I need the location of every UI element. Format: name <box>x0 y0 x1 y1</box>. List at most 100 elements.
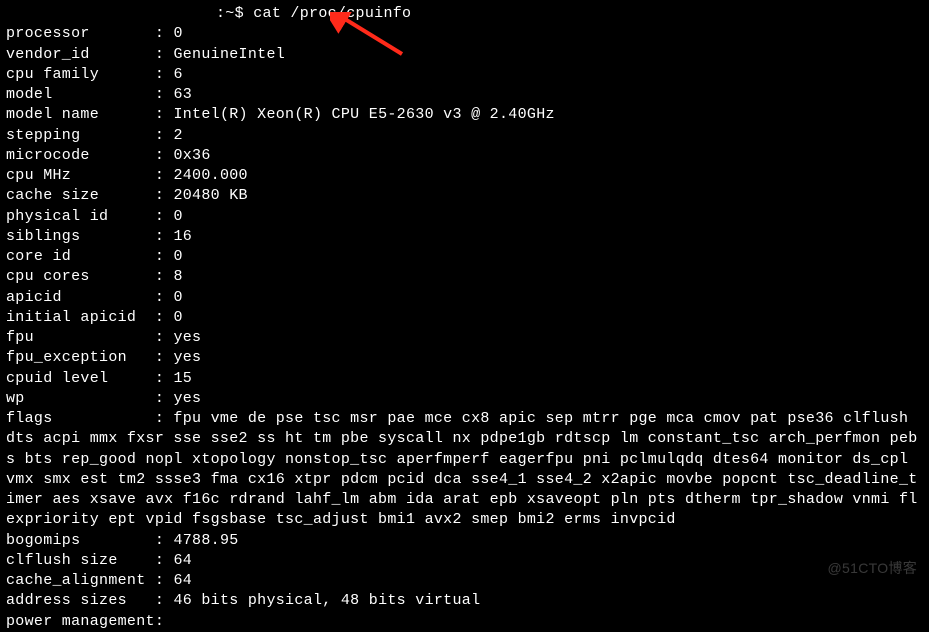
prompt-suffix: :~$ <box>216 4 253 24</box>
cpuinfo-key: cpu MHz <box>6 167 155 184</box>
cpuinfo-sep: : <box>155 228 174 245</box>
cpuinfo-row: clflush size : 64 <box>6 551 923 571</box>
cpuinfo-sep: : <box>155 208 174 225</box>
cpuinfo-row: siblings : 16 <box>6 227 923 247</box>
cpuinfo-row: power management: <box>6 612 923 632</box>
cpuinfo-value: 0 <box>173 208 182 225</box>
cpuinfo-sep: : <box>155 167 174 184</box>
cpuinfo-value: 2 <box>173 127 182 144</box>
cpuinfo-value: 20480 KB <box>173 187 247 204</box>
cpuinfo-row: fpu_exception : yes <box>6 348 923 368</box>
cpuinfo-sep: : <box>155 268 174 285</box>
cpuinfo-key: model name <box>6 106 155 123</box>
cpuinfo-value: 15 <box>173 370 192 387</box>
cpuinfo-value: yes <box>173 329 201 346</box>
cpuinfo-value: yes <box>173 349 201 366</box>
cpuinfo-key: processor <box>6 25 155 42</box>
cpuinfo-row: initial apicid : 0 <box>6 308 923 328</box>
cpuinfo-key: apicid <box>6 289 155 306</box>
cpuinfo-sep: : <box>155 532 174 549</box>
cpuinfo-row: bogomips : 4788.95 <box>6 531 923 551</box>
cpuinfo-value: GenuineIntel <box>173 46 285 63</box>
cpuinfo-sep: : <box>155 289 174 306</box>
cpuinfo-sep: : <box>155 349 174 366</box>
cpuinfo-value: 0 <box>173 289 182 306</box>
cpuinfo-value: 64 <box>173 572 192 589</box>
cpuinfo-row: processor : 0 <box>6 24 923 44</box>
cpuinfo-key: fpu <box>6 329 155 346</box>
cpuinfo-row: model name : Intel(R) Xeon(R) CPU E5-263… <box>6 105 923 125</box>
cpuinfo-row: microcode : 0x36 <box>6 146 923 166</box>
cpuinfo-key: vendor_id <box>6 46 155 63</box>
watermark-text: @51CTO博客 <box>828 559 917 578</box>
cpuinfo-value: 64 <box>173 552 192 569</box>
cpuinfo-value: 0x36 <box>173 147 210 164</box>
cpuinfo-sep: : <box>155 147 174 164</box>
cpuinfo-sep: : <box>155 46 174 63</box>
cpuinfo-value: 0 <box>173 248 182 265</box>
cpuinfo-key: cpu family <box>6 66 155 83</box>
cpuinfo-row: cache size : 20480 KB <box>6 186 923 206</box>
cpuinfo-row: cache_alignment : 64 <box>6 571 923 591</box>
cpuinfo-sep: : <box>155 390 174 407</box>
cpuinfo-sep: : <box>155 127 174 144</box>
cpuinfo-value: 8 <box>173 268 182 285</box>
cpuinfo-row: cpu cores : 8 <box>6 267 923 287</box>
cpuinfo-sep: : <box>155 552 174 569</box>
cpuinfo-block: processor : 0vendor_id : GenuineIntelcpu… <box>6 24 923 632</box>
prompt-line: :~$ cat /proc/cpuinfo <box>6 4 923 24</box>
cpuinfo-value: 46 bits physical, 48 bits virtual <box>173 592 480 609</box>
cpuinfo-key: model <box>6 86 155 103</box>
cpuinfo-row: model : 63 <box>6 85 923 105</box>
cpuinfo-row: cpu MHz : 2400.000 <box>6 166 923 186</box>
command-text: cat /proc/cpuinfo <box>253 4 411 24</box>
redacted-hostname <box>6 5 216 23</box>
cpuinfo-value: yes <box>173 390 201 407</box>
cpuinfo-sep: : <box>155 187 174 204</box>
cpuinfo-row: stepping : 2 <box>6 126 923 146</box>
cpuinfo-sep: : <box>155 248 174 265</box>
cpuinfo-value: 6 <box>173 66 182 83</box>
cpuinfo-row: physical id : 0 <box>6 207 923 227</box>
cpuinfo-sep: : <box>155 86 174 103</box>
cpuinfo-key: power management: <box>6 613 164 630</box>
cpuinfo-sep: : <box>155 572 174 589</box>
cpuinfo-row: wp : yes <box>6 389 923 409</box>
cpuinfo-row: vendor_id : GenuineIntel <box>6 45 923 65</box>
cpuinfo-key: physical id <box>6 208 155 225</box>
cpuinfo-sep: : <box>155 25 174 42</box>
cpuinfo-key: cache_alignment <box>6 572 155 589</box>
cpuinfo-key: cache size <box>6 187 155 204</box>
cpuinfo-value: 0 <box>173 309 182 326</box>
cpuinfo-key: stepping <box>6 127 155 144</box>
cpuinfo-row: address sizes : 46 bits physical, 48 bit… <box>6 591 923 611</box>
cpuinfo-value: 63 <box>173 86 192 103</box>
cpuinfo-sep: : <box>155 329 174 346</box>
cpuinfo-value: 16 <box>173 228 192 245</box>
cpuinfo-key: cpu cores <box>6 268 155 285</box>
cpuinfo-key: siblings <box>6 228 155 245</box>
cpuinfo-sep: : <box>155 309 174 326</box>
cpuinfo-key: wp <box>6 390 155 407</box>
cpuinfo-key: cpuid level <box>6 370 155 387</box>
cpuinfo-key: address sizes <box>6 592 155 609</box>
cpuinfo-row: fpu : yes <box>6 328 923 348</box>
cpuinfo-flags-row: flags : fpu vme de pse tsc msr pae mce c… <box>6 409 923 531</box>
cpuinfo-key: initial apicid <box>6 309 155 326</box>
cpuinfo-key: microcode <box>6 147 155 164</box>
cpuinfo-row: core id : 0 <box>6 247 923 267</box>
cpuinfo-sep: : <box>155 370 174 387</box>
cpuinfo-row: cpu family : 6 <box>6 65 923 85</box>
cpuinfo-key: core id <box>6 248 155 265</box>
cpuinfo-sep: : <box>155 592 174 609</box>
terminal-output[interactable]: :~$ cat /proc/cpuinfo processor : 0vendo… <box>6 4 923 632</box>
cpuinfo-value: Intel(R) Xeon(R) CPU E5-2630 v3 @ 2.40GH… <box>173 106 554 123</box>
cpuinfo-value: 0 <box>173 25 182 42</box>
cpuinfo-sep: : <box>155 106 174 123</box>
cpuinfo-row: apicid : 0 <box>6 288 923 308</box>
cpuinfo-key: clflush size <box>6 552 155 569</box>
cpuinfo-value: 4788.95 <box>173 532 238 549</box>
cpuinfo-row: cpuid level : 15 <box>6 369 923 389</box>
cpuinfo-key: fpu_exception <box>6 349 155 366</box>
cpuinfo-value: 2400.000 <box>173 167 247 184</box>
